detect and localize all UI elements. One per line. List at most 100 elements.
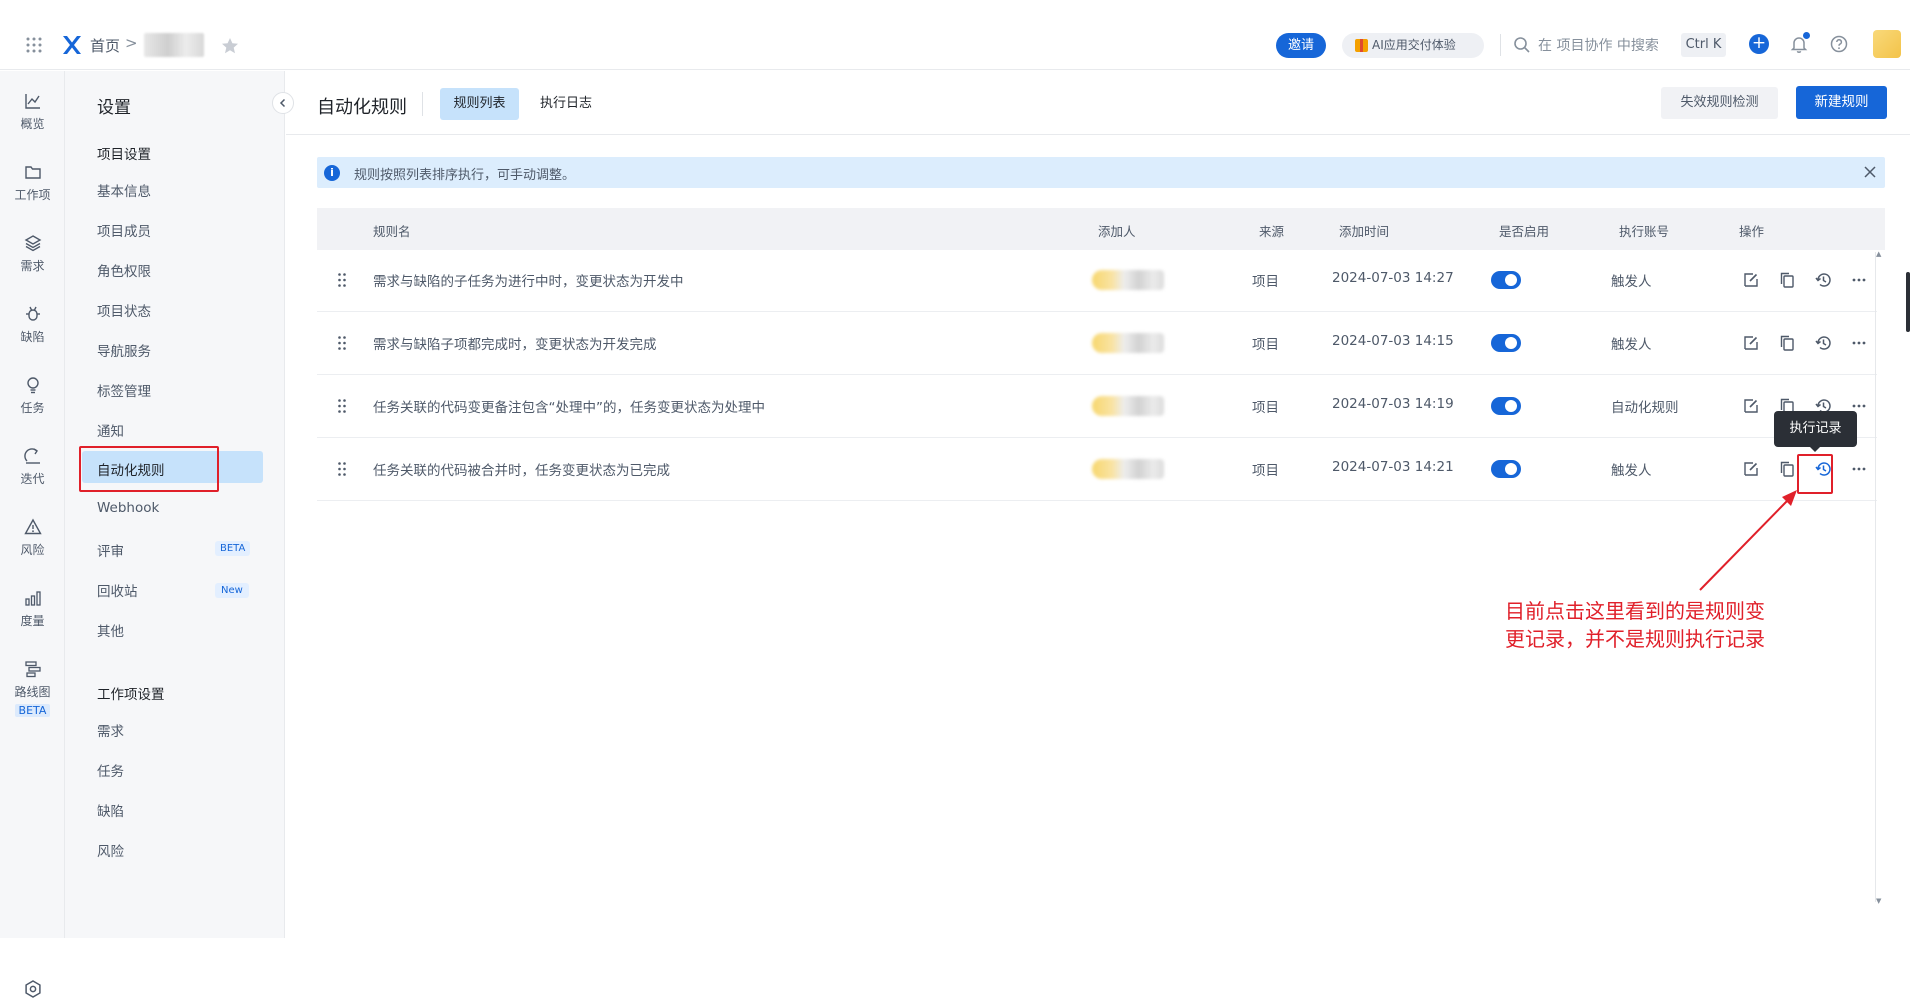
group-workitem-settings: 工作项设置 <box>97 687 165 703</box>
execution-account: 触发人 <box>1611 337 1652 353</box>
nav-item-iterations[interactable]: 迭代 <box>0 447 65 487</box>
nav-label: 迭代 <box>20 472 45 486</box>
plus-icon[interactable]: + <box>1749 34 1769 54</box>
settings-item-recycle-bin[interactable]: 回收站 <box>97 580 138 600</box>
settings-item-task[interactable]: 任务 <box>97 760 124 780</box>
settings-item-tags[interactable]: 标签管理 <box>97 380 151 400</box>
settings-item-webhook[interactable]: Webhook <box>97 500 159 516</box>
more-icon[interactable] <box>1850 460 1868 478</box>
star-icon[interactable] <box>220 36 240 56</box>
nav-item-workitems[interactable]: 工作项 <box>0 163 65 203</box>
close-icon[interactable] <box>1861 163 1879 181</box>
settings-title: 设置 <box>97 98 131 118</box>
nav-label: 度量 <box>20 614 45 628</box>
new-badge: New <box>215 583 249 598</box>
breadcrumb-home[interactable]: 首页 <box>90 35 120 56</box>
history-icon[interactable] <box>1814 334 1832 352</box>
settings-gear-icon[interactable] <box>23 979 43 999</box>
invite-button[interactable]: 邀请 <box>1276 33 1326 58</box>
breadcrumb-separator: > <box>125 34 138 52</box>
table-header: 规则名 添加人 来源 添加时间 是否启用 执行账号 操作 <box>317 208 1885 250</box>
enabled-toggle[interactable] <box>1491 334 1521 352</box>
settings-item-requirement[interactable]: 需求 <box>97 720 124 740</box>
enabled-toggle[interactable] <box>1491 397 1521 415</box>
table-row[interactable]: 任务关联的代码被合并时，任务变更状态为已完成 项目 2024-07-03 14:21… <box>317 439 1877 501</box>
nav-item-defects[interactable]: 缺陷 <box>0 305 65 345</box>
scroll-up-arrow[interactable]: ▲ <box>1876 250 1881 258</box>
nav-label: 任务 <box>20 401 45 415</box>
more-icon[interactable] <box>1850 334 1868 352</box>
enabled-toggle[interactable] <box>1491 271 1521 289</box>
settings-item-roles[interactable]: 角色权限 <box>97 260 151 280</box>
tab-execution-log[interactable]: 执行日志 <box>540 88 592 120</box>
table-row[interactable]: 需求与缺陷的子任务为进行中时，变更状态为开发中 项目 2024-07-03 14:2… <box>317 250 1877 312</box>
ai-trial-button[interactable]: AI应用交付体验 <box>1342 33 1484 58</box>
nav-label: 风险 <box>20 543 45 557</box>
annotation-line-1: 目前点击这里看到的是规则变 <box>1505 599 1765 623</box>
column-header-name: 规则名 <box>373 224 411 239</box>
rule-name[interactable]: 任务关联的代码变更备注包含“处理中”的，任务变更状态为处理中 <box>373 396 765 416</box>
more-icon[interactable] <box>1850 271 1868 289</box>
tab-rule-list[interactable]: 规则列表 <box>440 88 519 120</box>
divider <box>1500 34 1501 56</box>
avatar[interactable] <box>1873 30 1901 58</box>
drag-handle-icon[interactable] <box>337 272 347 288</box>
breadcrumb-project-name[interactable] <box>144 33 204 57</box>
edit-icon[interactable] <box>1742 460 1760 478</box>
info-notice: i 规则按照列表排序执行，可手动调整。 <box>317 157 1885 188</box>
collapse-button[interactable] <box>272 92 294 114</box>
settings-item-review[interactable]: 评审 <box>97 540 124 560</box>
drag-handle-icon[interactable] <box>337 461 347 477</box>
settings-item-risk[interactable]: 风险 <box>97 840 124 860</box>
nav-label: 缺陷 <box>20 330 45 344</box>
execution-account: 触发人 <box>1611 274 1652 290</box>
scroll-down-arrow[interactable]: ▼ <box>1876 897 1881 905</box>
edit-icon[interactable] <box>1742 271 1760 289</box>
search-icon[interactable] <box>1512 35 1532 55</box>
settings-item-basic-info[interactable]: 基本信息 <box>97 180 151 200</box>
settings-item-status[interactable]: 项目状态 <box>97 300 151 320</box>
apps-grid-icon[interactable] <box>24 35 44 55</box>
table-row[interactable]: 需求与缺陷子项都完成时，变更状态为开发完成 项目 2024-07-03 14:15 触… <box>317 313 1877 375</box>
help-icon[interactable] <box>1829 34 1849 54</box>
search-input[interactable]: 在 项目协作 中搜索 <box>1538 35 1659 55</box>
settings-item-navigation[interactable]: 导航服务 <box>97 340 151 360</box>
nav-item-overview[interactable]: 概览 <box>0 92 65 132</box>
edit-icon[interactable] <box>1742 397 1760 415</box>
rule-name[interactable]: 需求与缺陷子项都完成时，变更状态为开发完成 <box>373 333 657 353</box>
rule-name[interactable]: 任务关联的代码被合并时，任务变更状态为已完成 <box>373 459 670 479</box>
enabled-toggle[interactable] <box>1491 460 1521 478</box>
new-rule-button[interactable]: 新建规则 <box>1796 86 1887 119</box>
scrollbar[interactable] <box>1875 252 1881 902</box>
rule-added-time: 2024-07-03 14:27 <box>1332 270 1454 286</box>
nav-item-metrics[interactable]: 度量 <box>0 589 65 629</box>
side-drawer-handle[interactable] <box>1906 272 1910 332</box>
rule-name[interactable]: 需求与缺陷的子任务为进行中时，变更状态为开发中 <box>373 270 684 290</box>
nav-item-roadmap[interactable]: 路线图 BETA <box>0 660 65 718</box>
settings-item-defect[interactable]: 缺陷 <box>97 800 124 820</box>
copy-icon[interactable] <box>1778 460 1796 478</box>
history-icon[interactable] <box>1814 271 1832 289</box>
edit-icon[interactable] <box>1742 334 1760 352</box>
nav-label: 需求 <box>20 259 45 273</box>
nav-item-tasks[interactable]: 任务 <box>0 376 65 416</box>
settings-item-other[interactable]: 其他 <box>97 620 124 640</box>
beta-badge: BETA <box>215 541 251 556</box>
nav-item-requirements[interactable]: 需求 <box>0 234 65 274</box>
settings-item-members[interactable]: 项目成员 <box>97 220 151 240</box>
search-shortcut: Ctrl K <box>1681 33 1726 57</box>
invalid-rule-check-button[interactable]: 失效规则检测 <box>1661 87 1778 119</box>
copy-icon[interactable] <box>1778 271 1796 289</box>
logo-icon[interactable] <box>60 33 84 57</box>
rule-added-time: 2024-07-03 14:19 <box>1332 396 1454 412</box>
ai-trial-label: AI应用交付体验 <box>1372 38 1456 52</box>
left-nav: 概览 工作项 需求 缺陷 任务 迭代 风险 度量 路线图 BETA <box>0 71 65 998</box>
nav-item-risks[interactable]: 风险 <box>0 518 65 558</box>
copy-icon[interactable] <box>1778 334 1796 352</box>
drag-handle-icon[interactable] <box>337 335 347 351</box>
folder-icon <box>24 166 41 179</box>
table-row[interactable]: 任务关联的代码变更备注包含“处理中”的，任务变更状态为处理中 项目 2024-07-… <box>317 376 1877 438</box>
settings-item-notifications[interactable]: 通知 <box>97 420 124 440</box>
drag-handle-icon[interactable] <box>337 398 347 414</box>
nav-label: 概览 <box>20 117 45 131</box>
